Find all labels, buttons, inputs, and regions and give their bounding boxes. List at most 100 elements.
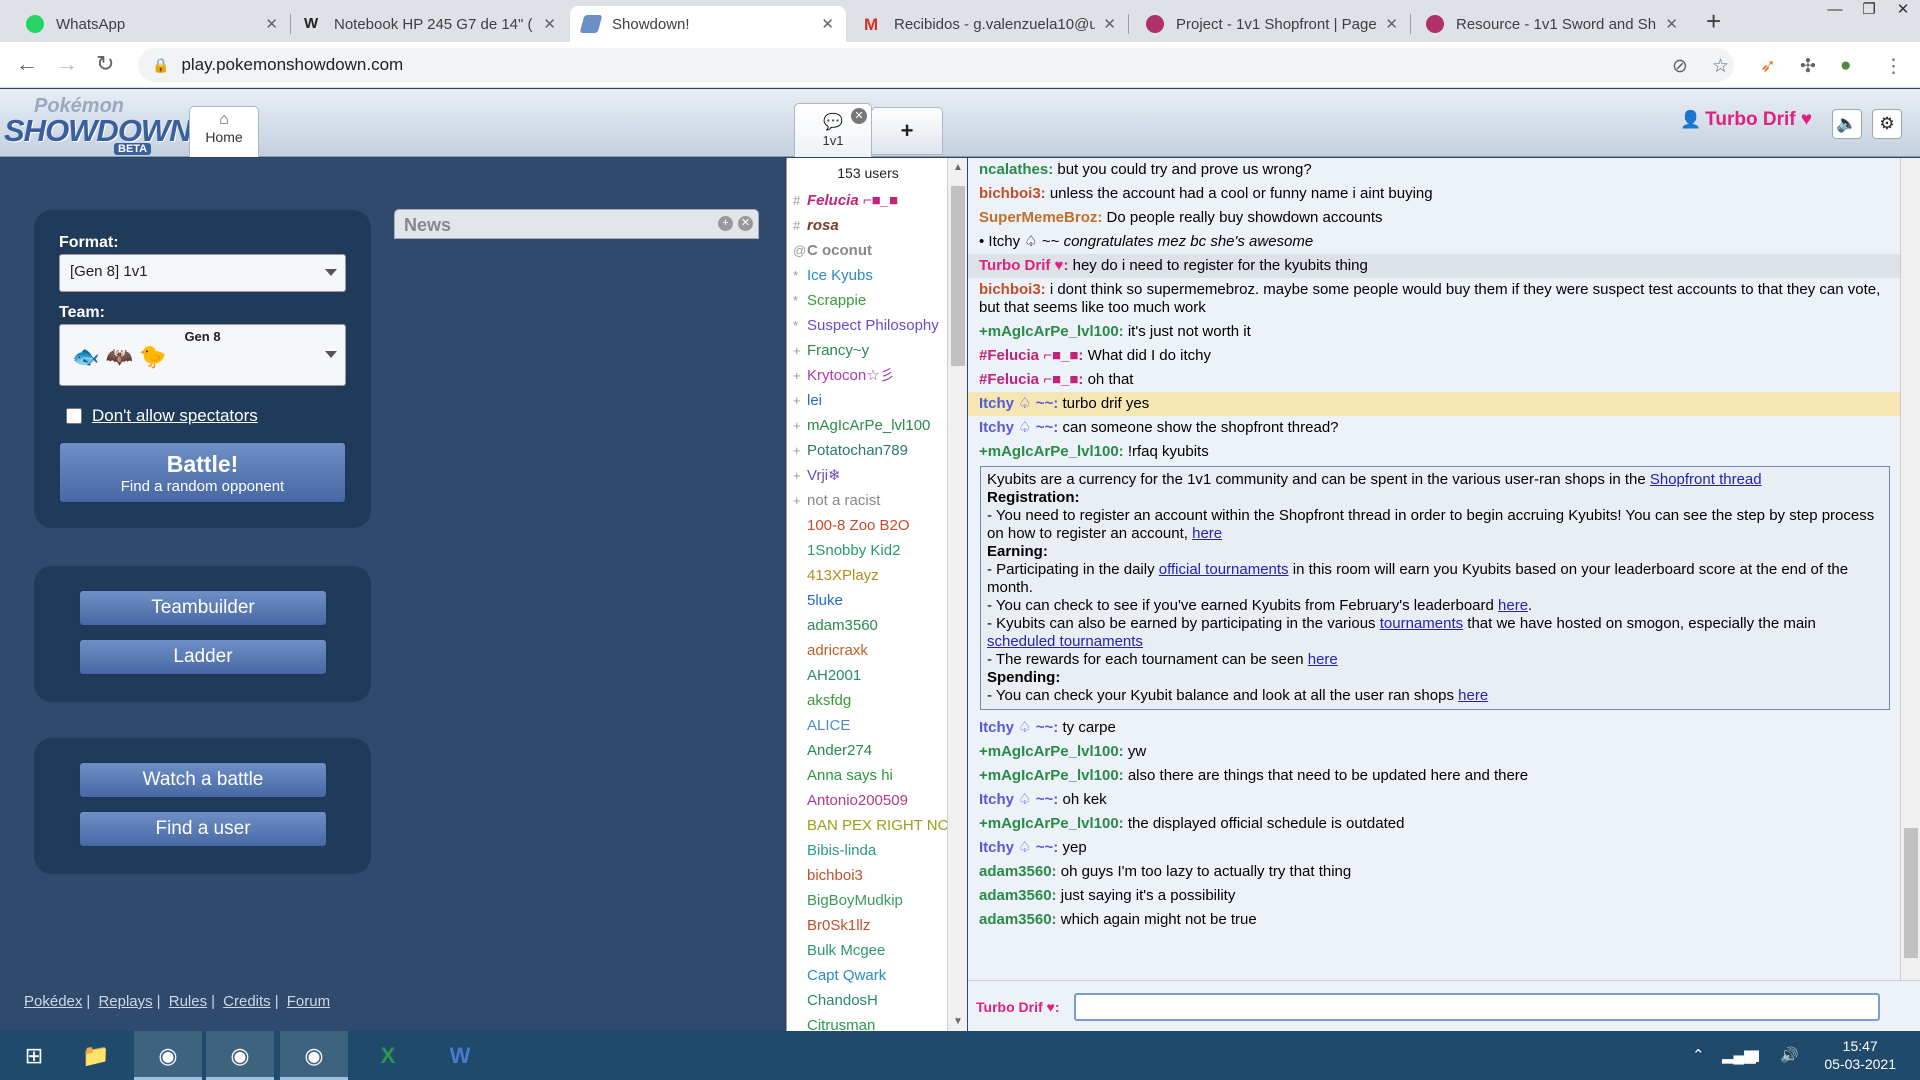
userlist-item[interactable]: + Francy~y	[787, 338, 949, 363]
restore-icon[interactable]: ❐	[1852, 0, 1886, 22]
userlist-item[interactable]: @C oconut	[787, 238, 949, 263]
volume-icon[interactable]: 🔈	[1832, 109, 1862, 139]
pokedex-link[interactable]: Pokédex	[24, 993, 82, 1010]
chat-username[interactable]: adam3560:	[979, 887, 1057, 904]
credits-link[interactable]: Credits	[223, 993, 271, 1010]
userlist-item[interactable]: Ander274	[787, 738, 949, 763]
chat-scrollbar[interactable]	[1900, 158, 1920, 980]
userlist-item[interactable]: + mAgIcArPe_lvl100	[787, 413, 949, 438]
team-select[interactable]: Gen 8 🐟 🦇 🐤	[59, 324, 346, 386]
user-menu[interactable]: 👤 Turbo Drif ♥	[1680, 109, 1812, 131]
userlist-item[interactable]: Anna says hi	[787, 763, 949, 788]
minimize-icon[interactable]: —	[1818, 0, 1852, 22]
extension-icon[interactable]: ➶	[1760, 55, 1776, 78]
browser-tab-gmail[interactable]: M Recibidos - g.valenzuela10@u ✕	[852, 6, 1129, 42]
close-window-icon[interactable]: ✕	[1886, 0, 1920, 22]
forum-link[interactable]: Forum	[287, 993, 330, 1010]
close-tab-icon[interactable]: ✕	[1103, 15, 1116, 33]
userlist-scrollbar[interactable]: ▲ ▼	[947, 158, 967, 1031]
ladder-button[interactable]: Ladder	[79, 639, 327, 675]
spectators-checkbox-row[interactable]: Don't allow spectators	[66, 406, 258, 426]
url-bar[interactable]: 🔒 play.pokemonshowdown.com	[138, 48, 1734, 82]
battery-icon[interactable]: ▮	[1752, 1046, 1760, 1064]
chat-username[interactable]: +mAgIcArPe_lvl100:	[979, 443, 1124, 460]
spectators-checkbox[interactable]	[66, 408, 82, 424]
userlist-item[interactable]: ALICE	[787, 713, 949, 738]
userlist-item[interactable]: Bulk Mcgee	[787, 938, 949, 963]
userlist-item[interactable]: + lei	[787, 388, 949, 413]
new-tab-button[interactable]: +	[1706, 6, 1721, 36]
chat-username[interactable]: +mAgIcArPe_lvl100:	[979, 767, 1124, 784]
userlist-item[interactable]: ChandosH	[787, 988, 949, 1013]
chat-username[interactable]: adam3560:	[979, 863, 1057, 880]
chat-username[interactable]: Itchy ♤ ~~:	[979, 839, 1058, 856]
showdown-logo[interactable]: Pokémon SHOWDOWN BETA	[4, 93, 192, 155]
shopfront-thread-link[interactable]: Shopfront thread	[1650, 471, 1762, 488]
speaker-icon[interactable]: 🔊	[1780, 1046, 1799, 1064]
chat-username[interactable]: • Itchy ♤ ~~	[979, 233, 1059, 250]
home-tab[interactable]: ⌂ Home	[189, 106, 259, 157]
userlist-item[interactable]: Capt Qwark	[787, 963, 949, 988]
room-tab-1v1[interactable]: 💬 1v1 ✕	[794, 103, 872, 157]
close-tab-icon[interactable]: ✕	[821, 15, 834, 33]
userlist-item[interactable]: * Ice Kyubs	[787, 263, 949, 288]
gear-icon[interactable]: ⚙	[1872, 109, 1902, 139]
userlist-item[interactable]: Bibis-linda	[787, 838, 949, 863]
chrome-icon[interactable]: ◉	[280, 1031, 348, 1080]
chat-username[interactable]: #Felucia ⌐■_■:	[979, 347, 1083, 364]
userlist-item[interactable]: aksfdg	[787, 688, 949, 713]
register-here-link[interactable]: here	[1192, 525, 1222, 542]
chrome-icon[interactable]: ◉	[134, 1031, 202, 1080]
close-tab-icon[interactable]: ✕	[1665, 15, 1678, 33]
userlist-item[interactable]: BigBoyMudkip	[787, 888, 949, 913]
close-room-icon[interactable]: ✕	[851, 108, 867, 124]
chat-username[interactable]: Itchy ♤ ~~:	[979, 791, 1058, 808]
close-tab-icon[interactable]: ✕	[543, 15, 556, 33]
close-tab-icon[interactable]: ✕	[1385, 15, 1398, 33]
userlist-item[interactable]: 5luke	[787, 588, 949, 613]
back-arrow-icon[interactable]: ←	[16, 51, 38, 77]
windows-start-icon[interactable]: ⊞	[0, 1031, 68, 1080]
file-explorer-icon[interactable]: 📁	[62, 1031, 130, 1080]
new-room-button[interactable]: +	[871, 107, 943, 155]
scheduled-tournaments-link[interactable]: scheduled tournaments	[987, 633, 1143, 650]
chat-username[interactable]: Itchy ♤ ~~:	[979, 419, 1058, 436]
reload-icon[interactable]: ↻	[96, 51, 114, 77]
userlist-item[interactable]: + Vrji❄	[787, 463, 949, 488]
excel-icon[interactable]: X	[354, 1031, 422, 1080]
chevron-up-icon[interactable]: ⌃	[1692, 1046, 1705, 1064]
battle-button[interactable]: Battle! Find a random opponent	[59, 442, 346, 503]
rules-link[interactable]: Rules	[169, 993, 207, 1010]
userlist-item[interactable]: * Suspect Philosophy	[787, 313, 949, 338]
profile-avatar-icon[interactable]: ●	[1840, 55, 1851, 77]
browser-tab-notebook[interactable]: W Notebook HP 245 G7 de 14" ( ✕	[292, 6, 568, 42]
userlist-item[interactable]: 1Snobby Kid2	[787, 538, 949, 563]
chat-username[interactable]: bichboi3:	[979, 281, 1046, 298]
chat-username[interactable]: adam3560:	[979, 911, 1057, 928]
teambuilder-button[interactable]: Teambuilder	[79, 590, 327, 626]
shops-here-link[interactable]: here	[1458, 687, 1488, 704]
chat-username[interactable]: Itchy ♤ ~~:	[979, 395, 1058, 412]
forward-arrow-icon[interactable]: →	[56, 51, 78, 77]
userlist-item[interactable]: AH2001	[787, 663, 949, 688]
chat-username[interactable]: Turbo Drif ♥:	[979, 257, 1068, 274]
find-user-button[interactable]: Find a user	[79, 811, 327, 847]
chat-username[interactable]: SuperMemeBroz:	[979, 209, 1102, 226]
userlist-item[interactable]: Citrusman	[787, 1013, 949, 1031]
close-tab-icon[interactable]: ✕	[265, 15, 278, 33]
userlist-item[interactable]: # Felucia ⌐■_■	[787, 188, 949, 213]
official-tournaments-link[interactable]: official tournaments	[1159, 561, 1289, 578]
userlist-item[interactable]: adam3560	[787, 613, 949, 638]
chrome-icon[interactable]: ◉	[206, 1031, 274, 1080]
puzzle-extensions-icon[interactable]: ✣	[1800, 55, 1816, 78]
leaderboard-here-link[interactable]: here	[1498, 597, 1528, 614]
userlist-item[interactable]: adricraxk	[787, 638, 949, 663]
chat-username[interactable]: ncalathes:	[979, 161, 1053, 178]
close-news-icon[interactable]: ✕	[738, 216, 753, 231]
replays-link[interactable]: Replays	[98, 993, 152, 1010]
chat-username[interactable]: +mAgIcArPe_lvl100:	[979, 743, 1124, 760]
userlist-item[interactable]: 413XPlayz	[787, 563, 949, 588]
system-clock[interactable]: 15:47 05-03-2021	[1824, 1037, 1896, 1073]
chat-message-input[interactable]	[1074, 993, 1880, 1021]
word-icon[interactable]: W	[426, 1031, 494, 1080]
